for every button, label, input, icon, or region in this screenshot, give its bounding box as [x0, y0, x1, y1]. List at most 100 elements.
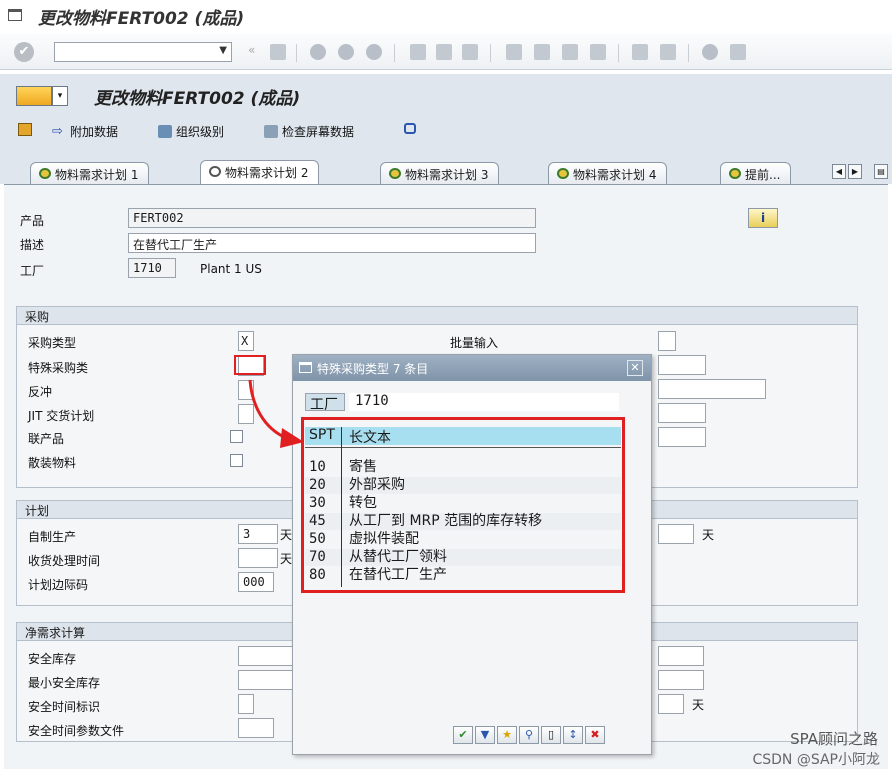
menu-dropdown-icon[interactable]: ▾ — [52, 86, 68, 106]
safety-time-indicator-field[interactable] — [238, 694, 254, 714]
help-icon[interactable] — [702, 44, 718, 60]
lock-icon — [404, 123, 416, 134]
proc-type-label: 采购类型 — [28, 336, 77, 350]
tab-status-icon — [209, 166, 221, 177]
favorite-add-icon[interactable]: ★ — [497, 726, 517, 744]
page-title: 更改物料FERT002 (成品) — [94, 89, 301, 109]
enter-check-icon[interactable]: ✔ — [14, 42, 34, 62]
proc-type-field[interactable]: X — [238, 331, 254, 351]
new-session-icon[interactable] — [632, 44, 648, 60]
previous-page-icon[interactable] — [534, 44, 550, 60]
find-next-icon[interactable] — [462, 44, 478, 60]
coproduct-label: 联产品 — [28, 432, 65, 446]
additional-data-button[interactable]: ⇨ 附加数据 — [52, 123, 118, 140]
confirm-check-icon[interactable]: ✔ — [453, 726, 473, 744]
red-arrow-icon — [248, 379, 304, 448]
toolbar-separator — [296, 44, 297, 62]
inhouse-unit: 天 — [280, 528, 293, 542]
exit-icon[interactable] — [338, 44, 354, 60]
tab-label: 物料需求计划 2 — [225, 166, 309, 180]
lock-button[interactable] — [404, 123, 416, 134]
safety-time-unit: 天 — [692, 698, 705, 712]
tab-scroll-right-icon[interactable]: ▶ — [848, 164, 862, 179]
bulk-label: 散装物料 — [28, 456, 77, 470]
new-doc-icon — [18, 123, 32, 136]
standard-toolbar: ✔ ▼ « — [0, 34, 892, 70]
info-icon[interactable]: i — [748, 208, 778, 228]
tab-list-icon[interactable]: ▤ — [874, 164, 888, 179]
tab-status-icon — [557, 168, 569, 179]
popup-toolbar: ✔ ▼ ★ ⚲ ▯ ↕ ✖ — [453, 726, 605, 744]
check-screen-data-button[interactable]: 检查屏幕数据 — [264, 123, 354, 140]
close-icon[interactable]: ✕ — [627, 360, 643, 376]
tab-status-icon — [389, 168, 401, 179]
backflush-label: 反冲 — [28, 385, 53, 399]
tab-label: 提前... — [745, 168, 781, 182]
min-safety-stock-field[interactable] — [238, 670, 298, 690]
plant-label: 工厂 — [20, 264, 45, 278]
description-field[interactable]: 在替代工厂生产 — [128, 233, 536, 253]
tab-mrp2[interactable]: 物料需求计划 2 — [200, 160, 320, 184]
save-icon[interactable] — [270, 44, 286, 60]
back-icon[interactable] — [310, 44, 326, 60]
plant-name: Plant 1 US — [200, 262, 262, 276]
planned-delivery-field[interactable] — [658, 524, 694, 544]
margin-key-field[interactable]: 000 — [238, 572, 274, 592]
watermark-title: SPA顾问之路 — [790, 730, 878, 748]
toolbar-separator — [688, 44, 689, 62]
other-view-button[interactable] — [18, 123, 32, 136]
tab-label: 物料需求计划 1 — [55, 168, 139, 182]
chevron-down-icon[interactable]: ▼ — [219, 45, 227, 56]
gr-time-unit: 天 — [280, 552, 293, 566]
window-icon — [8, 9, 22, 21]
storage-cost-field[interactable] — [658, 427, 706, 447]
last-page-icon[interactable] — [590, 44, 606, 60]
min-safety-stock-label: 最小安全库存 — [28, 676, 101, 690]
service-level-field[interactable] — [658, 646, 704, 666]
sort-icon[interactable]: ↕ — [563, 726, 583, 744]
tab-mrp1[interactable]: 物料需求计划 1 — [30, 162, 150, 184]
layout-menu-icon[interactable] — [730, 44, 746, 60]
tab-mrp3[interactable]: 物料需求计划 3 — [380, 162, 500, 184]
safety-stock-field[interactable] — [238, 646, 298, 666]
safety-time-profile-label: 安全时间参数文件 — [28, 724, 125, 738]
gr-time-field[interactable] — [238, 548, 278, 568]
cancel-icon[interactable] — [366, 44, 382, 60]
material-icon[interactable] — [16, 86, 52, 106]
back-double-chevron-icon[interactable]: « — [248, 43, 258, 59]
default-supply-field[interactable] — [658, 403, 706, 423]
safety-time-profile-field[interactable] — [238, 718, 274, 738]
window-title: 更改物料FERT002 (成品) — [38, 9, 245, 29]
tab-more[interactable]: 提前... — [720, 162, 792, 184]
org-levels-label: 组织级别 — [176, 125, 225, 139]
batch-entry-field[interactable] — [658, 331, 676, 351]
description-label: 描述 — [20, 238, 45, 252]
first-page-icon[interactable] — [506, 44, 522, 60]
toolbar-separator — [394, 44, 395, 62]
toolbar-separator — [490, 44, 491, 62]
print-icon[interactable] — [410, 44, 426, 60]
inhouse-field[interactable]: 3 — [238, 524, 278, 544]
find-icon[interactable]: ⚲ — [519, 726, 539, 744]
ext-proc-storage-field[interactable] — [658, 379, 766, 399]
list-red-highlight — [301, 417, 625, 593]
next-page-icon[interactable] — [562, 44, 578, 60]
shortcut-icon[interactable] — [660, 44, 676, 60]
safety-stock-label: 安全库存 — [28, 652, 77, 666]
cancel-x-icon[interactable]: ✖ — [585, 726, 605, 744]
coverage-profile-field[interactable] — [658, 670, 704, 690]
org-levels-button[interactable]: 组织级别 — [158, 123, 224, 140]
prod-storage-field[interactable] — [658, 355, 706, 375]
tab-status-icon — [729, 168, 741, 179]
new-entry-icon[interactable]: ▯ — [541, 726, 561, 744]
product-field[interactable]: FERT002 — [128, 208, 536, 228]
tab-scroll-left-icon[interactable]: ◀ — [832, 164, 846, 179]
command-field[interactable]: ▼ — [54, 42, 232, 62]
tab-mrp4[interactable]: 物料需求计划 4 — [548, 162, 668, 184]
find-icon[interactable] — [436, 44, 452, 60]
check-icon — [264, 125, 278, 138]
popup-title: 特殊采购类型 7 条目 — [317, 362, 429, 376]
filter-icon[interactable]: ▼ — [475, 726, 495, 744]
plant-field[interactable]: 1710 — [128, 258, 176, 278]
safety-time-field[interactable] — [658, 694, 684, 714]
